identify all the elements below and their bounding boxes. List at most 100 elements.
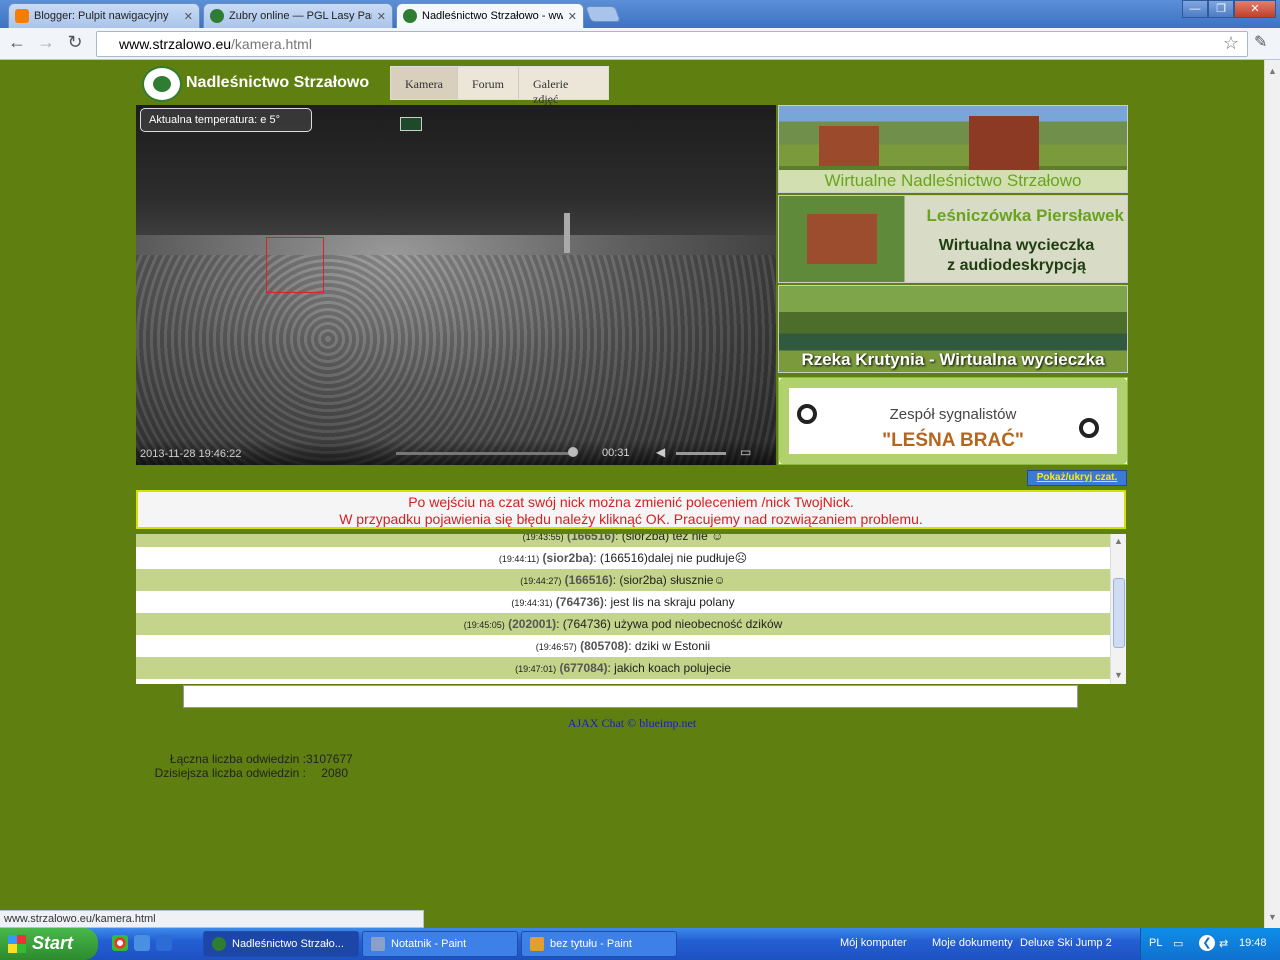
- message-text: : (166516)dalej nie pudłuje☹: [593, 551, 748, 565]
- taskbar-item-paint[interactable]: bez tytułu - Paint: [521, 931, 677, 957]
- fullscreen-icon[interactable]: ▭: [740, 445, 751, 459]
- close-tab-icon[interactable]: ✕: [377, 10, 386, 23]
- total-visits-label: Łączna liczba odwiedzin :: [169, 752, 306, 766]
- tab-label: Nadleśnictwo Strzałowo - ww: [422, 10, 563, 22]
- camera-video[interactable]: Aktualna temperatura: e 5° 2013-11-28 19…: [136, 105, 776, 465]
- page-scrollbar[interactable]: ▲ ▼: [1264, 60, 1280, 928]
- ie-icon[interactable]: [134, 935, 150, 951]
- blogger-icon: [15, 9, 29, 23]
- network-icon[interactable]: ⇄: [1219, 937, 1228, 950]
- chat-message: (19:43:55) (166516): (sior2ba) też nie ☺: [136, 534, 1110, 547]
- site-title[interactable]: Nadleśnictwo Strzałowo: [186, 74, 369, 92]
- video-watermark-icon: [400, 117, 422, 131]
- reload-icon[interactable]: ↻: [63, 32, 87, 53]
- chat-messages: (19:43:55) (166516): (sior2ba) też nie ☺…: [136, 534, 1110, 684]
- chat-message: (19:44:31) (764736): jest lis na skraju …: [136, 591, 1110, 613]
- house-image: [807, 214, 877, 264]
- new-tab-button[interactable]: [585, 6, 621, 22]
- message-user[interactable]: (677084): [559, 661, 607, 675]
- banner-sub2: z audiodeskrypcją: [947, 257, 1086, 274]
- url-path: /kamera.html: [231, 36, 312, 52]
- taskbar-item-label: bez tytułu - Paint: [550, 938, 632, 950]
- message-user[interactable]: (737419): [533, 683, 581, 684]
- wrench-menu-icon[interactable]: ✎: [1254, 32, 1267, 52]
- scroll-down-icon[interactable]: ▼: [1268, 912, 1277, 922]
- chat-message: (19:45:05) (202001): (764736) używa pod …: [136, 613, 1110, 635]
- chrome-icon[interactable]: [112, 935, 128, 951]
- lasy-panstwowe-logo[interactable]: [142, 66, 182, 102]
- close-window-button[interactable]: ✕: [1234, 0, 1276, 18]
- video-progress[interactable]: [396, 452, 576, 455]
- chat-credit-link[interactable]: AJAX Chat © blueimp.net: [0, 716, 1264, 731]
- menu-kamera[interactable]: Kamera: [391, 67, 458, 99]
- chat-input[interactable]: [183, 685, 1078, 708]
- motion-box: [266, 237, 324, 293]
- banner-wirtualne-nadlesnictwo[interactable]: Wirtualne Nadleśnictwo Strzałowo: [778, 105, 1128, 193]
- windows-taskbar: Start Nadleśnictwo Strzało... Notatnik -…: [0, 928, 1280, 960]
- message-user[interactable]: (202001): [508, 617, 556, 631]
- bookmark-star-icon[interactable]: ☆: [1223, 33, 1239, 54]
- ski-jump-link[interactable]: Deluxe Ski Jump 2: [1020, 937, 1124, 949]
- address-bar[interactable]: www.strzalowo.eu/kamera.html ☆: [96, 31, 1248, 57]
- banner-caption: Rzeka Krutynia - Wirtualna wycieczka: [801, 350, 1105, 369]
- banner-lesniczowka[interactable]: Leśniczówka Piersławek Wirtualna wyciecz…: [778, 195, 1128, 283]
- chat-message: (19:46:57) (805708): dziki w Estonii: [136, 635, 1110, 657]
- keyboard-icon[interactable]: ▭: [1173, 937, 1183, 950]
- chat-message: (19:47:24) (737419): (677084) tutaj to n…: [136, 679, 1110, 684]
- my-computer-link[interactable]: Mój komputer: [840, 937, 907, 949]
- message-user[interactable]: (805708): [580, 639, 628, 653]
- house-image: [969, 116, 1039, 171]
- tab-label: Zubry online — PGL Lasy Pań: [229, 10, 372, 22]
- message-user[interactable]: (166516): [565, 573, 613, 587]
- banner-title: Leśniczówka Piersławek: [926, 206, 1125, 225]
- forward-icon[interactable]: →: [34, 32, 58, 53]
- banner-krutynia[interactable]: Rzeka Krutynia - Wirtualna wycieczka: [778, 285, 1128, 373]
- today-visits-value: 2080: [321, 766, 348, 780]
- minimize-button[interactable]: —: [1182, 0, 1208, 18]
- video-time: 00:31: [602, 447, 630, 459]
- language-indicator[interactable]: PL: [1149, 937, 1162, 949]
- message-time: (19:46:57): [535, 642, 577, 652]
- visit-stats: Łączna liczba odwiedzin :3107677 Dzisiej…: [136, 752, 353, 780]
- volume-slider[interactable]: [676, 452, 726, 455]
- banner-lesna-brac[interactable]: Zespół sygnalistów "LEŚNA BRAĆ": [778, 377, 1128, 465]
- notice-line1: Po wejściu na czat swój nick można zmien…: [408, 494, 854, 510]
- taskbar-item-notepad[interactable]: Notatnik - Paint: [362, 931, 518, 957]
- taskbar-item-browser[interactable]: Nadleśnictwo Strzało...: [203, 931, 359, 957]
- maximize-button[interactable]: ❐: [1208, 0, 1234, 18]
- message-user[interactable]: (sior2ba): [543, 551, 594, 565]
- tab-blogger[interactable]: Blogger: Pulpit nawigacyjny ✕: [8, 3, 200, 28]
- back-icon[interactable]: ←: [5, 32, 29, 53]
- chrome-icon: [212, 937, 226, 951]
- message-time: (19:44:31): [511, 598, 553, 608]
- message-text: : (sior2ba) słusznie☺: [612, 573, 726, 587]
- banner-subtitle: Wirtualna wycieczka z audiodeskrypcją: [909, 236, 1124, 276]
- lasy-icon: [403, 9, 417, 23]
- toggle-chat-button[interactable]: Pokaż/ukryj czat.: [1027, 470, 1127, 486]
- scroll-up-icon[interactable]: ▲: [1268, 66, 1277, 76]
- video-progress-handle[interactable]: [568, 447, 578, 457]
- menu-galerie[interactable]: Galerie zdjęć: [519, 67, 608, 106]
- scroll-down-icon[interactable]: ▼: [1114, 670, 1123, 680]
- chat-scrollbar[interactable]: ▲ ▼: [1110, 534, 1126, 684]
- tab-strzalowo[interactable]: Nadleśnictwo Strzałowo - ww ✕: [396, 3, 584, 28]
- word-icon[interactable]: [156, 935, 172, 951]
- menu-forum[interactable]: Forum: [458, 67, 519, 99]
- tray-arrow-icon[interactable]: ❮: [1199, 935, 1215, 951]
- my-documents-link[interactable]: Moje dokumenty: [932, 937, 1013, 949]
- message-user[interactable]: (764736): [556, 595, 604, 609]
- message-user[interactable]: (166516): [567, 534, 615, 543]
- taskbar-item-label: Notatnik - Paint: [391, 938, 467, 950]
- close-tab-icon[interactable]: ✕: [184, 10, 193, 23]
- banner-caption: Wirtualne Nadleśnictwo Strzałowo: [779, 170, 1127, 192]
- windows-flag-icon: [8, 935, 26, 953]
- scroll-up-icon[interactable]: ▲: [1114, 536, 1123, 546]
- start-button[interactable]: Start: [0, 928, 98, 960]
- video-texture: [136, 255, 776, 465]
- paint-icon: [530, 937, 544, 951]
- banner-line1: Zespół sygnalistów: [889, 406, 1017, 423]
- close-tab-icon[interactable]: ✕: [568, 10, 577, 23]
- chat-scroll-thumb[interactable]: [1113, 578, 1125, 648]
- volume-icon[interactable]: ◀: [656, 445, 665, 459]
- tab-zubry[interactable]: Zubry online — PGL Lasy Pań ✕: [203, 3, 393, 28]
